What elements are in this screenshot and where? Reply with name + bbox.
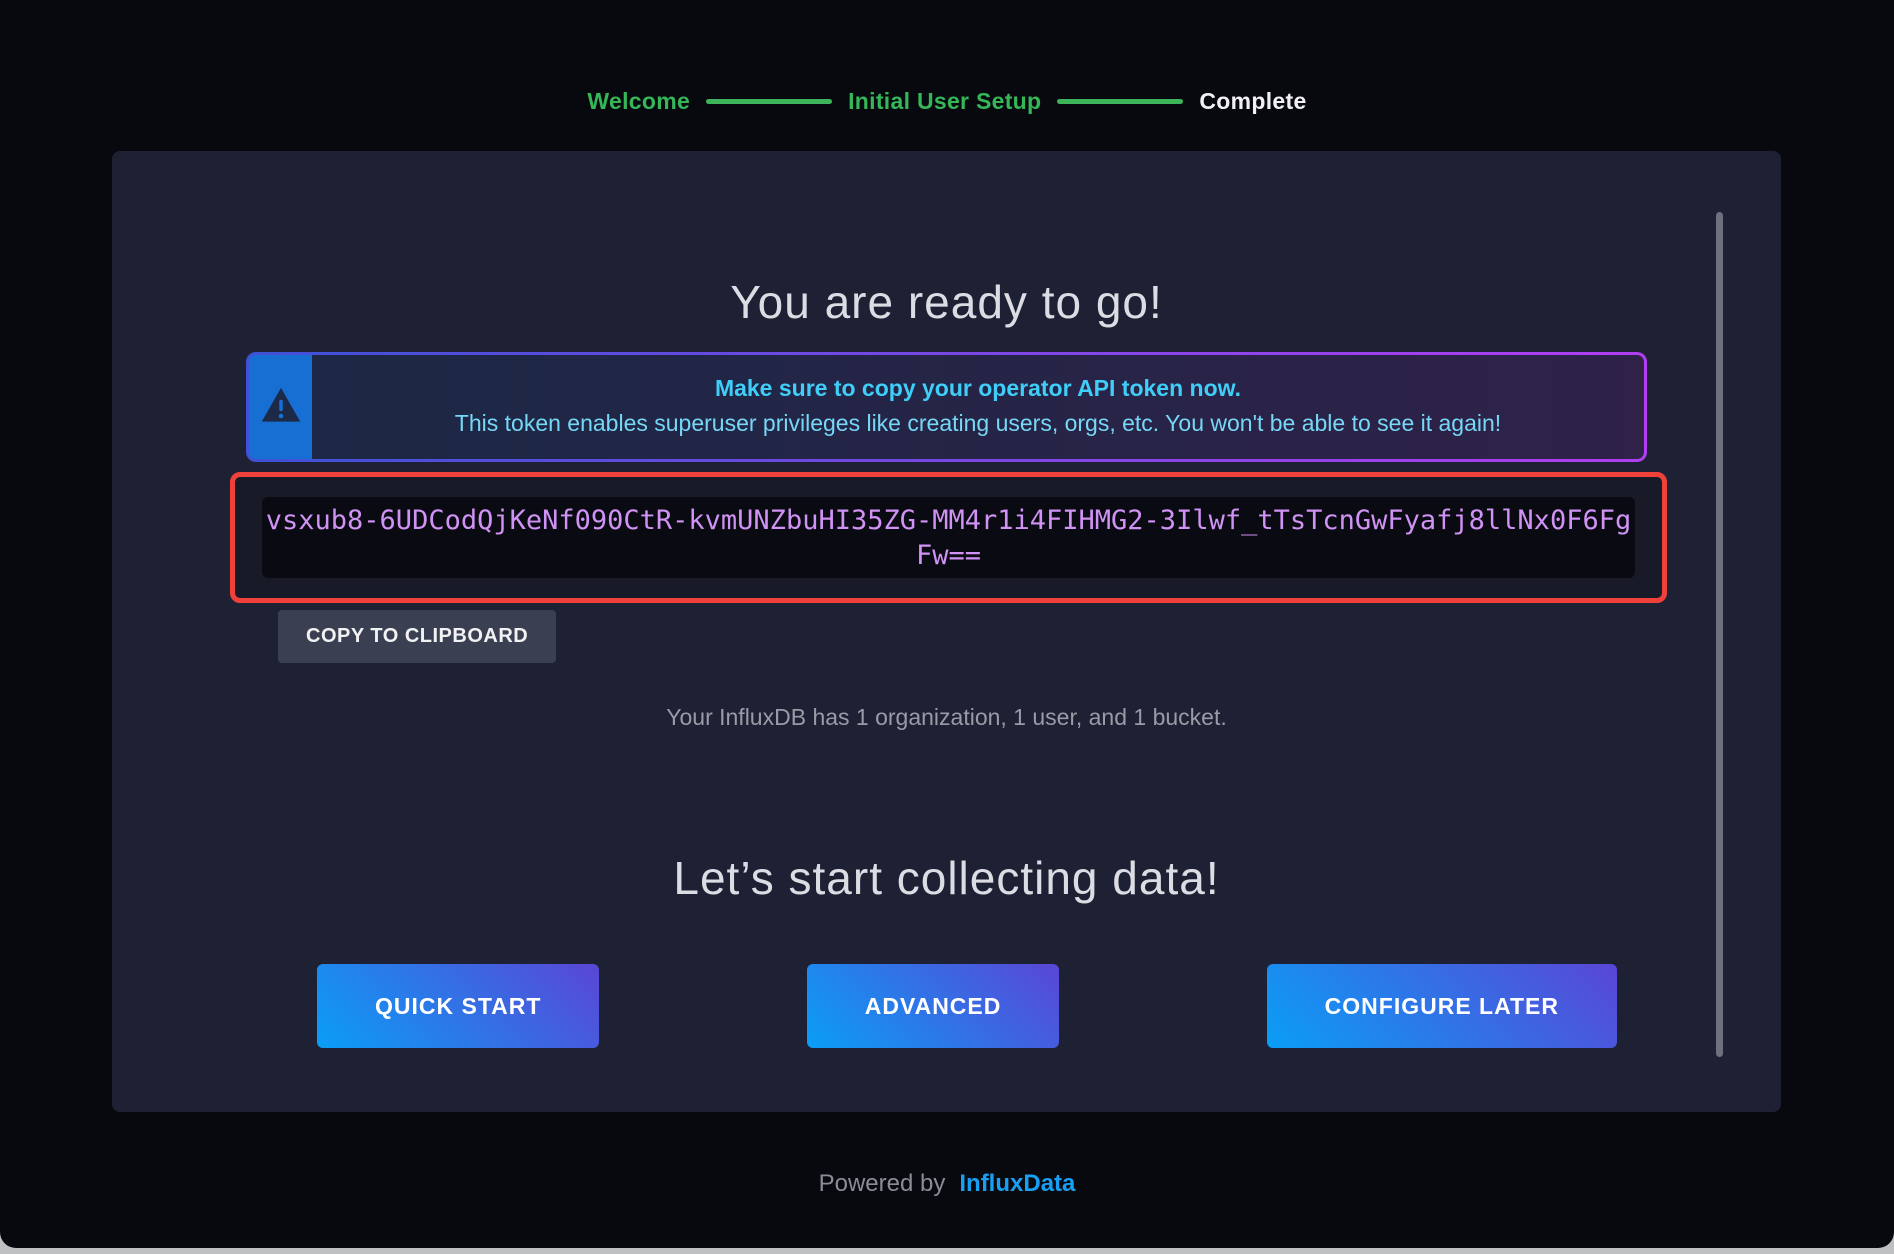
step-connector-line	[706, 99, 832, 104]
api-token-box[interactable]: vsxub8-6UDCodQjKeNf090CtR-kvmUNZbuHI35ZG…	[262, 497, 1635, 578]
warning-banner: Make sure to copy your operator API toke…	[246, 352, 1647, 462]
warning-text-block: Make sure to copy your operator API toke…	[312, 355, 1644, 459]
api-token-value: vsxub8-6UDCodQjKeNf090CtR-kvmUNZbuHI35ZG…	[262, 503, 1635, 573]
copy-to-clipboard-button[interactable]: COPY TO CLIPBOARD	[278, 610, 556, 663]
powered-by-label: Powered by	[819, 1170, 946, 1198]
configure-later-button[interactable]: CONFIGURE LATER	[1267, 964, 1617, 1048]
step-initial-user-setup: Initial User Setup	[848, 88, 1041, 115]
advanced-button[interactable]: ADVANCED	[807, 964, 1060, 1048]
warning-icon-panel	[249, 355, 312, 459]
cta-title: Let’s start collecting data!	[112, 851, 1781, 905]
cta-button-row: QUICK START ADVANCED CONFIGURE LATER	[317, 964, 1617, 1048]
warning-banner-inner: Make sure to copy your operator API toke…	[249, 355, 1644, 459]
warning-headline: Make sure to copy your operator API toke…	[312, 371, 1644, 406]
step-complete: Complete	[1199, 88, 1306, 115]
ready-title: You are ready to go!	[112, 275, 1781, 329]
app-window: Welcome Initial User Setup Complete You …	[0, 0, 1894, 1248]
influxdata-link[interactable]: InfluxData	[959, 1170, 1075, 1198]
token-highlight-box: vsxub8-6UDCodQjKeNf090CtR-kvmUNZbuHI35ZG…	[230, 472, 1667, 603]
scrollbar-thumb[interactable]	[1716, 212, 1723, 1057]
quick-start-button[interactable]: QUICK START	[317, 964, 599, 1048]
setup-stepper: Welcome Initial User Setup Complete	[0, 88, 1894, 115]
footer: Powered by InfluxData	[0, 1170, 1894, 1198]
step-welcome: Welcome	[587, 88, 690, 115]
wizard-card: You are ready to go! Make sure to copy y…	[112, 151, 1781, 1112]
step-connector-line	[1057, 99, 1183, 104]
instance-summary-text: Your InfluxDB has 1 organization, 1 user…	[112, 704, 1781, 731]
warning-triangle-icon	[260, 384, 302, 431]
warning-body: This token enables superuser privileges …	[312, 406, 1644, 441]
